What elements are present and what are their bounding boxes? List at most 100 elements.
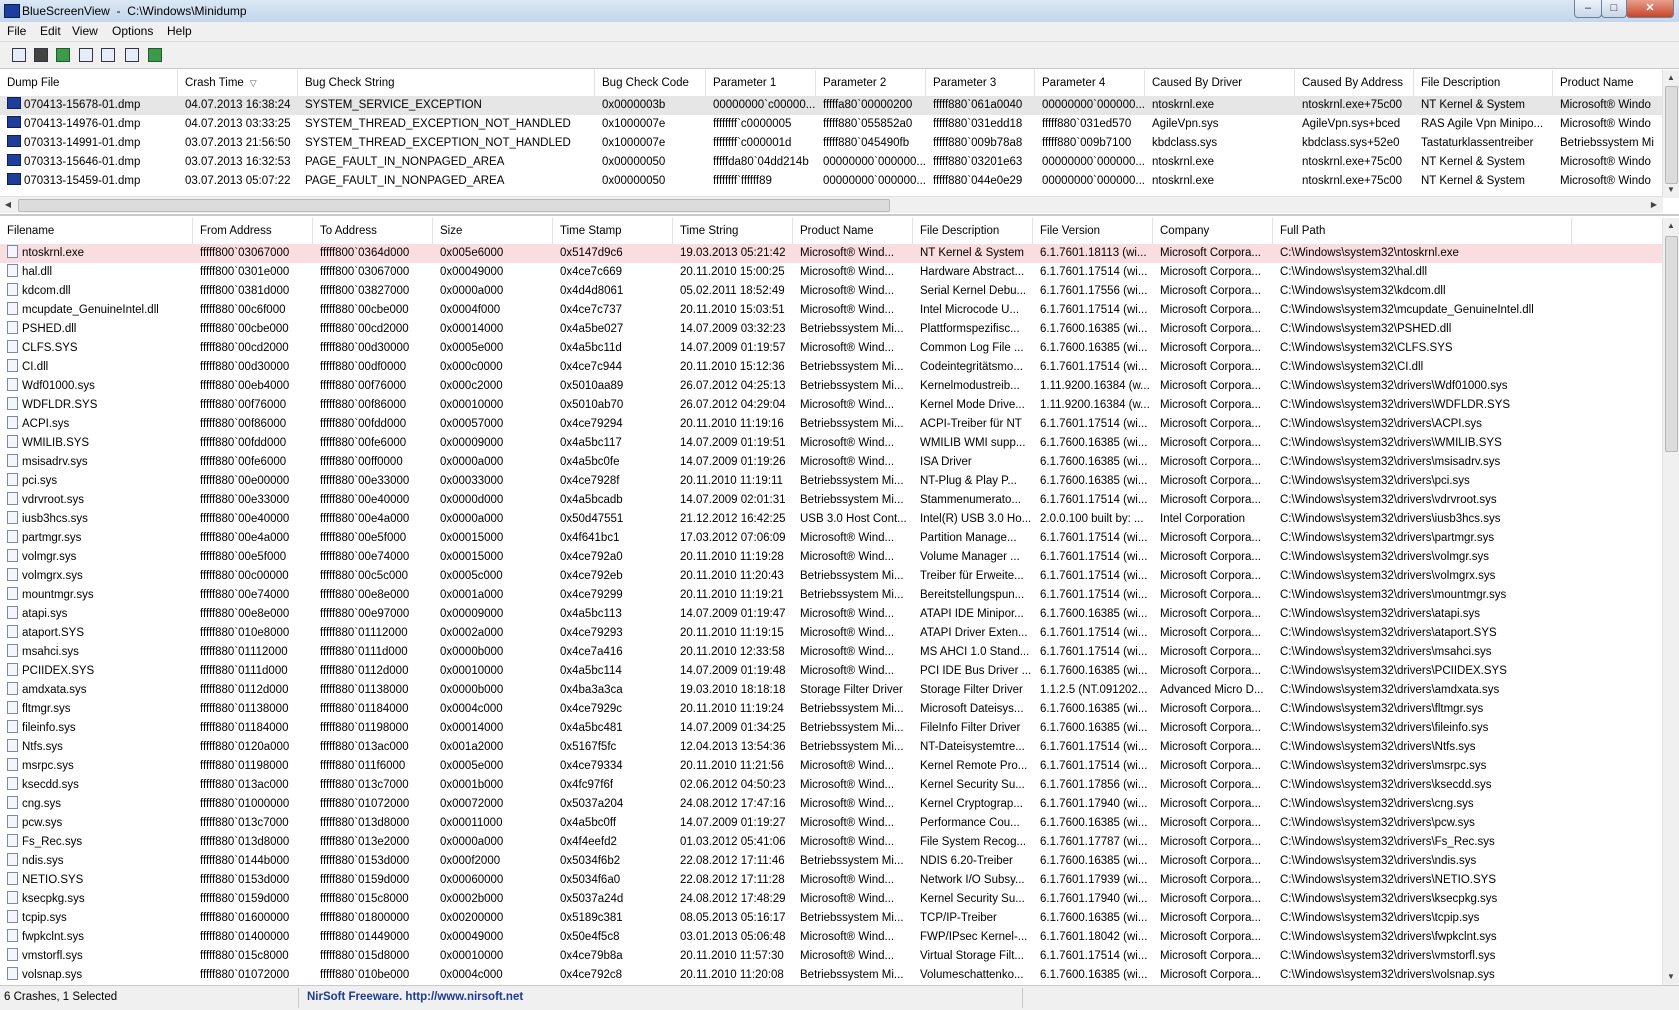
driver-row[interactable]: CLFS.SYS fffff880`00cd2000 fffff880`00d300…	[0, 339, 1663, 358]
exit-icon[interactable]	[145, 45, 163, 63]
maximize-button[interactable]: □	[1601, 0, 1627, 18]
column-header-parameter-3[interactable]: Parameter 3	[926, 70, 1035, 96]
column-header-caused-by-driver[interactable]: Caused By Driver	[1145, 70, 1295, 96]
column-header-to-address[interactable]: To Address	[313, 218, 433, 244]
menu-help[interactable]: Help	[167, 24, 192, 38]
driver-row[interactable]: kdcom.dll fffff800`0381d000 fffff800`03827…	[0, 282, 1663, 301]
scroll-left-arrow[interactable]: ◀	[0, 197, 16, 213]
driver-row[interactable]: ksecdd.sys fffff880`013ac000 fffff880`013c…	[0, 776, 1663, 795]
menu-edit[interactable]: Edit	[40, 24, 61, 38]
driver-row[interactable]: ataport.SYS fffff880`010e8000 fffff880`011…	[0, 624, 1663, 643]
driver-row[interactable]: iusb3hcs.sys fffff880`00e40000 fffff880`00…	[0, 510, 1663, 529]
driver-row[interactable]: pcw.sys fffff880`013c7000 fffff880`013d800…	[0, 814, 1663, 833]
column-header-bug-check-string[interactable]: Bug Check String	[298, 70, 595, 96]
driver-row[interactable]: atapi.sys fffff880`00e8e000 fffff880`00e97…	[0, 605, 1663, 624]
driver-row[interactable]: Ntfs.sys fffff880`0120a000 fffff880`013ac0…	[0, 738, 1663, 757]
column-header-caused-by-address[interactable]: Caused By Address	[1295, 70, 1414, 96]
column-header-product-name[interactable]: Product Name	[1553, 70, 1663, 96]
driver-row[interactable]: volmgr.sys fffff880`00e5f000 fffff880`00e7…	[0, 548, 1663, 567]
crash-row[interactable]: 070413-14976-01.dmp 04.07.2013 03:33:25 SY…	[0, 115, 1663, 134]
nirsoft-link[interactable]: NirSoft Freeware. http://www.nirsoft.net	[307, 991, 523, 1003]
column-header-file-description[interactable]: File Description	[1414, 70, 1553, 96]
driver-row[interactable]: fltmgr.sys fffff880`01138000 fffff880`0118…	[0, 700, 1663, 719]
cell: Microsoft® Wind...	[793, 814, 913, 833]
driver-list-vertical-scrollbar[interactable]: ▲ ▼	[1662, 218, 1679, 985]
driver-row[interactable]: ACPI.sys fffff880`00f86000 fffff880`00fdd0…	[0, 415, 1663, 434]
driver-row[interactable]: PSHED.dll fffff880`00cbe000 fffff880`00cd2…	[0, 320, 1663, 339]
column-header-crash-time[interactable]: Crash Time ▽	[178, 70, 298, 96]
driver-row[interactable]: msrpc.sys fffff880`01198000 fffff880`011f6…	[0, 757, 1663, 776]
minimize-button[interactable]: –	[1574, 0, 1602, 18]
close-button[interactable]: ✕	[1626, 0, 1674, 18]
menu-file[interactable]: File	[7, 24, 26, 38]
column-header-file-version[interactable]: File Version	[1033, 218, 1153, 244]
column-header-parameter-4[interactable]: Parameter 4	[1035, 70, 1145, 96]
driver-row[interactable]: volsnap.sys fffff880`01072000 fffff880`010…	[0, 966, 1663, 985]
driver-row[interactable]: ksecpkg.sys fffff880`0159d000 fffff880`015…	[0, 890, 1663, 909]
find-icon[interactable]	[122, 45, 140, 63]
driver-row[interactable]: hal.dll fffff800`0301e000 fffff800`0306700…	[0, 263, 1663, 282]
driver-row[interactable]: mountmgr.sys fffff880`00e74000 fffff880`00…	[0, 586, 1663, 605]
column-header-size[interactable]: Size	[433, 218, 553, 244]
driver-row[interactable]: vdrvroot.sys fffff880`00e33000 fffff880`00…	[0, 491, 1663, 510]
crash-list-vertical-scrollbar[interactable]: ▲ ▼	[1662, 70, 1679, 198]
cell: fffff880`00e33000	[193, 491, 313, 510]
advanced-options-icon[interactable]	[98, 45, 116, 63]
column-header-time-stamp[interactable]: Time Stamp	[553, 218, 673, 244]
driver-row[interactable]: cng.sys fffff880`01000000 fffff880`0107200…	[0, 795, 1663, 814]
column-header-filename[interactable]: Filename	[0, 218, 193, 244]
horizontal-scroll-thumb[interactable]	[18, 199, 890, 212]
scroll-down-arrow[interactable]: ▼	[1663, 182, 1679, 198]
driver-row[interactable]: amdxata.sys fffff880`0112d000 fffff880`011…	[0, 681, 1663, 700]
column-header-product-name[interactable]: Product Name	[793, 218, 913, 244]
driver-row[interactable]: volmgrx.sys fffff880`00c00000 fffff880`00c…	[0, 567, 1663, 586]
driver-row[interactable]: NETIO.SYS fffff880`0153d000 fffff880`0159d…	[0, 871, 1663, 890]
column-header-full-path[interactable]: Full Path	[1273, 218, 1572, 244]
driver-row[interactable]: ndis.sys fffff880`0144b000 fffff880`0153d0…	[0, 852, 1663, 871]
driver-row[interactable]: CI.dll fffff880`00d30000 fffff880`00df0000…	[0, 358, 1663, 377]
scroll-up-arrow[interactable]: ▲	[1663, 70, 1679, 86]
driver-row[interactable]: partmgr.sys fffff880`00e4a000 fffff880`00e…	[0, 529, 1663, 548]
column-header-from-address[interactable]: From Address	[193, 218, 313, 244]
cell-text: fffff880`00e5f000	[320, 532, 407, 544]
scroll-right-arrow[interactable]: ▶	[1646, 197, 1662, 213]
driver-row[interactable]: WDFLDR.SYS fffff880`00f76000 fffff880`00f8…	[0, 396, 1663, 415]
column-header-bug-check-code[interactable]: Bug Check Code	[595, 70, 706, 96]
column-header-company[interactable]: Company	[1153, 218, 1273, 244]
driver-row[interactable]: PCIIDEX.SYS fffff880`0111d000 fffff880`011…	[0, 662, 1663, 681]
driver-row[interactable]: pci.sys fffff880`00e00000 fffff880`00e3300…	[0, 472, 1663, 491]
menu-view[interactable]: View	[72, 24, 98, 38]
refresh-icon[interactable]	[53, 45, 71, 63]
crash-row[interactable]: 070413-15678-01.dmp 04.07.2013 16:38:24 SY…	[0, 96, 1663, 115]
cell: 0x4ce792c8	[553, 966, 673, 985]
driver-row[interactable]: fwpkclnt.sys fffff880`01400000 fffff880`01…	[0, 928, 1663, 947]
driver-row[interactable]: ntoskrnl.exe fffff800`03067000 fffff800`03…	[0, 244, 1663, 263]
driver-row[interactable]: fileinfo.sys fffff880`01184000 fffff880`01…	[0, 719, 1663, 738]
save-icon[interactable]	[31, 45, 49, 63]
driver-row[interactable]: mcupdate_GenuineIntel.dll fffff880`00c6f0…	[0, 301, 1663, 320]
driver-row[interactable]: vmstorfl.sys fffff880`015c8000 fffff880`01…	[0, 947, 1663, 966]
column-header-file-description[interactable]: File Description	[913, 218, 1033, 244]
crash-list-horizontal-scrollbar[interactable]: ◀ ▶	[0, 196, 1663, 213]
properties-icon[interactable]	[9, 45, 27, 63]
scroll-up-arrow[interactable]: ▲	[1663, 218, 1679, 234]
menu-options[interactable]: Options	[112, 24, 153, 38]
column-header-time-string[interactable]: Time String	[673, 218, 793, 244]
driver-row[interactable]: tcpip.sys fffff880`01600000 fffff880`01800…	[0, 909, 1663, 928]
crash-row[interactable]: 070313-15646-01.dmp 03.07.2013 16:32:53 PA…	[0, 153, 1663, 172]
crash-row[interactable]: 070313-14991-01.dmp 03.07.2013 21:56:50 SY…	[0, 134, 1663, 153]
scroll-down-arrow[interactable]: ▼	[1663, 969, 1679, 985]
driver-row[interactable]: msahci.sys fffff880`01112000 fffff880`0111…	[0, 643, 1663, 662]
driver-row[interactable]: msisadrv.sys fffff880`00fe6000 fffff880`00…	[0, 453, 1663, 472]
column-header-parameter-2[interactable]: Parameter 2	[816, 70, 926, 96]
column-header-parameter-1[interactable]: Parameter 1	[706, 70, 816, 96]
driver-row[interactable]: Wdf01000.sys fffff880`00eb4000 fffff880`00…	[0, 377, 1663, 396]
driver-row[interactable]: WMILIB.SYS fffff880`00fdd000 fffff880`00fe…	[0, 434, 1663, 453]
cell: 20.11.2010 11:21:56	[673, 757, 793, 776]
scroll-thumb[interactable]	[1665, 236, 1678, 452]
copy-icon[interactable]	[76, 45, 94, 63]
crash-row[interactable]: 070313-15459-01.dmp 03.07.2013 05:07:22 PA…	[0, 172, 1663, 191]
column-header-dump-file[interactable]: Dump File	[0, 70, 178, 96]
driver-row[interactable]: Fs_Rec.sys fffff880`013d8000 fffff880`013e…	[0, 833, 1663, 852]
scroll-thumb[interactable]	[1665, 86, 1678, 184]
